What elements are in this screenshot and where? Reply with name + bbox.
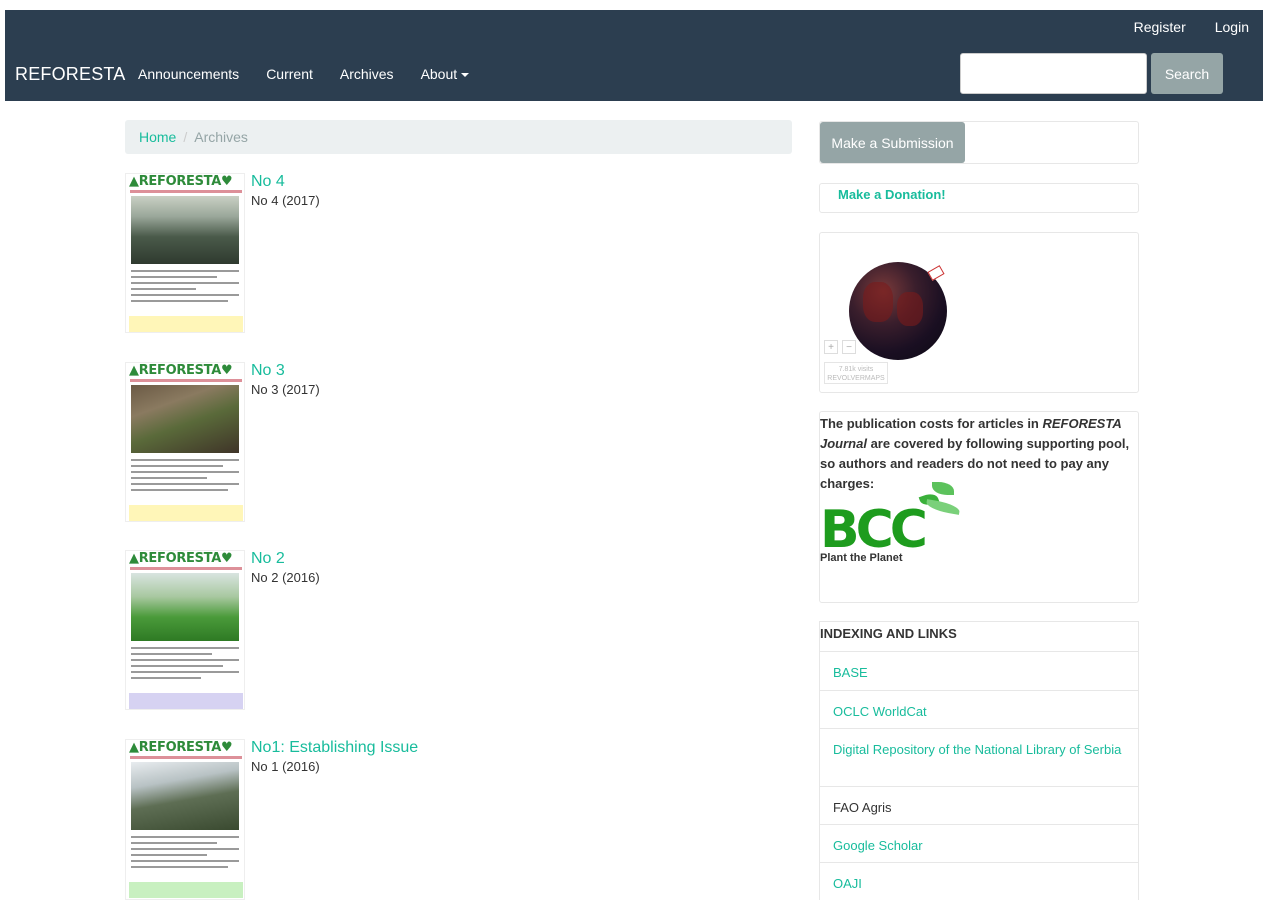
nav-announcements[interactable]: Announcements	[138, 66, 239, 82]
site-brand[interactable]: REFORESTA	[15, 64, 125, 85]
visitor-map-widget: + − 7.81k visits REVOLVERMAPS	[819, 232, 1139, 393]
search-button[interactable]: Search	[1151, 53, 1223, 94]
submission-block: Make a Submission	[819, 121, 1139, 164]
indexing-link-base[interactable]: BASE	[820, 651, 1138, 693]
issue-title[interactable]: No 4	[251, 173, 285, 191]
nav-archives[interactable]: Archives	[340, 66, 394, 82]
indexing-link-oaji[interactable]: OAJI	[820, 862, 1138, 904]
issue-cover[interactable]: ▲REFORESTA♥	[125, 739, 245, 900]
breadcrumb-current: Archives	[194, 129, 248, 145]
issue-series: No 4 (2017)	[251, 193, 320, 208]
bcc-logo[interactable]: BCC Plant the Planet	[820, 482, 970, 572]
cover-photo	[131, 762, 239, 830]
breadcrumb-home[interactable]: Home	[139, 129, 176, 145]
issue-cover[interactable]: ▲REFORESTA♥	[125, 173, 245, 333]
cover-band	[129, 316, 243, 332]
register-link[interactable]: Register	[1134, 19, 1186, 35]
issue-series: No 3 (2017)	[251, 382, 320, 397]
issue-item: ▲REFORESTA♥ No 3 No 3 (2017)	[125, 362, 725, 532]
breadcrumb: Home / Archives	[125, 120, 792, 154]
caret-down-icon	[461, 73, 470, 78]
indexing-link-google-scholar[interactable]: Google Scholar	[820, 824, 1138, 866]
issue-title[interactable]: No1: Establishing Issue	[251, 739, 418, 757]
cover-logo: ▲REFORESTA♥	[129, 551, 233, 566]
login-link[interactable]: Login	[1215, 19, 1249, 35]
globe-icon[interactable]	[849, 262, 947, 360]
make-submission-button[interactable]: Make a Submission	[820, 122, 965, 163]
map-zoom-controls: + −	[824, 340, 856, 354]
cover-logo: ▲REFORESTA♥	[129, 740, 233, 755]
indexing-link-national-library-serbia[interactable]: Digital Repository of the National Libra…	[820, 728, 1138, 770]
indexing-item-fao-agris: FAO Agris	[820, 786, 1138, 828]
nav-about[interactable]: About	[421, 66, 470, 82]
indexing-links-block: INDEXING AND LINKS BASE OCLC WorldCat Di…	[819, 621, 1139, 900]
user-nav: Register Login	[1134, 19, 1249, 35]
cover-logo: ▲REFORESTA♥	[129, 363, 233, 378]
cover-photo	[131, 573, 239, 641]
search-input[interactable]	[960, 53, 1147, 94]
issue-series: No 2 (2016)	[251, 570, 320, 585]
make-donation-link[interactable]: Make a Donation!	[838, 187, 946, 202]
indexing-link-worldcat[interactable]: OCLC WorldCat	[820, 690, 1138, 732]
issue-series: No 1 (2016)	[251, 759, 320, 774]
indexing-title: INDEXING AND LINKS	[820, 626, 957, 641]
visits-count: 7.81k visits	[838, 366, 874, 373]
cover-band	[129, 505, 243, 521]
issue-cover[interactable]: ▲REFORESTA♥	[125, 550, 245, 710]
bcc-logo-text: BCC	[820, 500, 928, 560]
nav-about-label: About	[420, 66, 458, 82]
map-provider: REVOLVERMAPS	[827, 375, 885, 382]
zoom-out-button[interactable]: −	[842, 340, 856, 354]
issue-title[interactable]: No 3	[251, 362, 285, 380]
cover-photo	[131, 196, 239, 264]
cover-band	[129, 693, 243, 709]
issue-cover[interactable]: ▲REFORESTA♥	[125, 362, 245, 522]
visits-badge[interactable]: 7.81k visits REVOLVERMAPS	[824, 362, 888, 384]
nav-current[interactable]: Current	[266, 66, 313, 82]
cover-logo: ▲REFORESTA♥	[129, 174, 233, 189]
issue-item: ▲REFORESTA♥ No1: Establishing Issue No 1…	[125, 739, 725, 900]
cover-band	[129, 882, 243, 898]
cover-photo	[131, 385, 239, 453]
zoom-in-button[interactable]: +	[824, 340, 838, 354]
bcc-tagline: Plant the Planet	[820, 552, 903, 564]
main-nav: Announcements Current Archives About	[138, 66, 496, 82]
issue-item: ▲REFORESTA♥ No 4 No 4 (2017)	[125, 173, 725, 343]
site-header: Register Login REFORESTA Announcements C…	[5, 10, 1263, 101]
issue-item: ▲REFORESTA♥ No 2 No 2 (2016)	[125, 550, 725, 720]
donation-block: Make a Donation!	[819, 183, 1139, 213]
issue-title[interactable]: No 2	[251, 550, 285, 568]
breadcrumb-separator: /	[183, 129, 188, 145]
publication-costs-block: The publication costs for articles in RE…	[819, 411, 1139, 603]
